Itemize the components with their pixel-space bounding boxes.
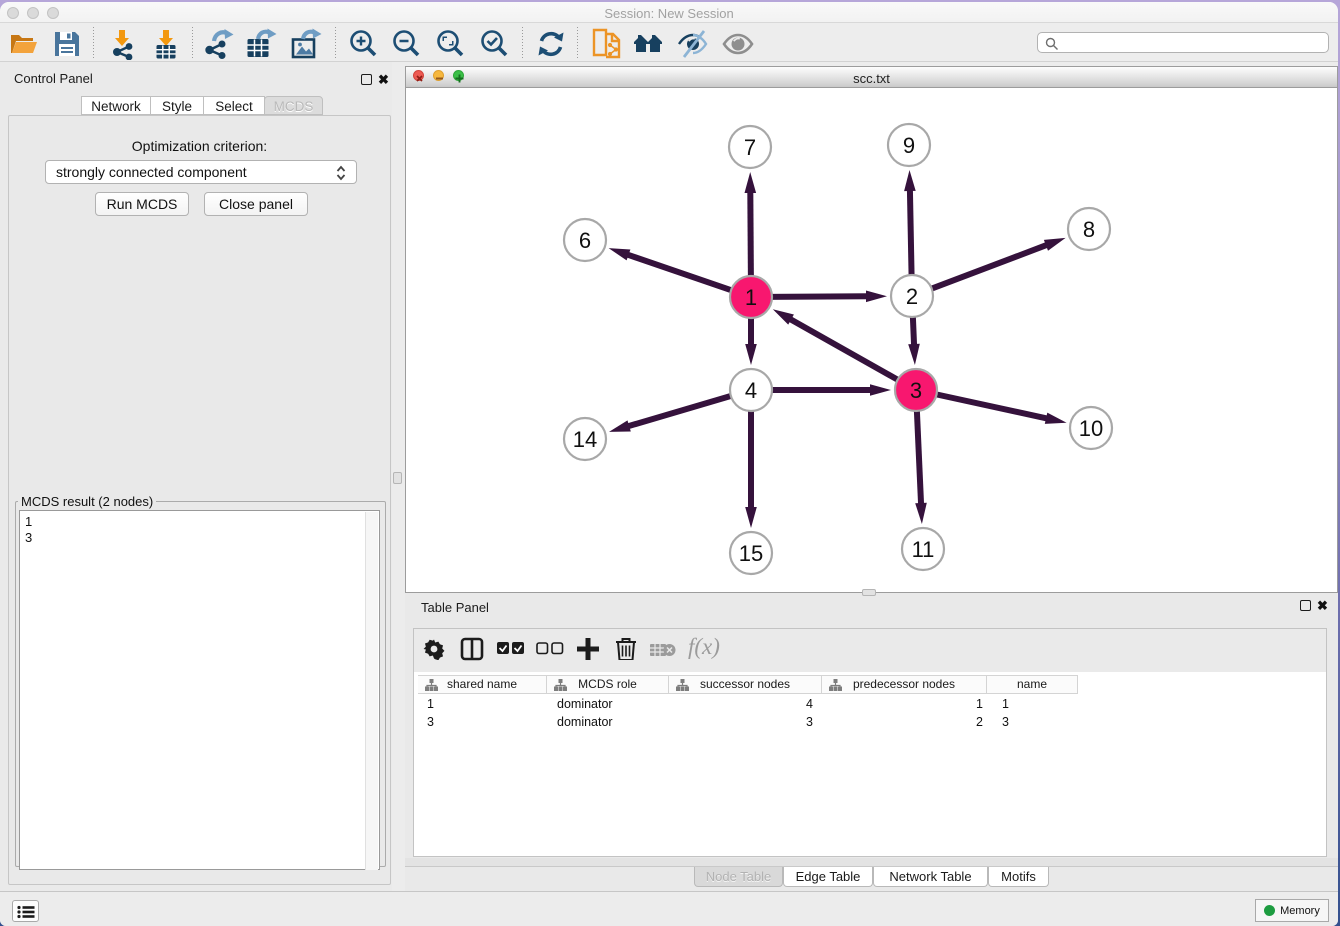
svg-text:10: 10	[1079, 416, 1103, 441]
svg-text:14: 14	[573, 427, 597, 452]
svg-text:8: 8	[1083, 217, 1095, 242]
svg-text:15: 15	[739, 541, 763, 566]
svg-text:7: 7	[744, 135, 756, 160]
svg-text:4: 4	[745, 378, 757, 403]
svg-text:1: 1	[745, 285, 757, 310]
svg-text:11: 11	[912, 537, 935, 562]
svg-text:6: 6	[579, 228, 591, 253]
svg-text:9: 9	[903, 133, 915, 158]
svg-text:3: 3	[910, 378, 922, 403]
svg-text:2: 2	[906, 284, 918, 309]
